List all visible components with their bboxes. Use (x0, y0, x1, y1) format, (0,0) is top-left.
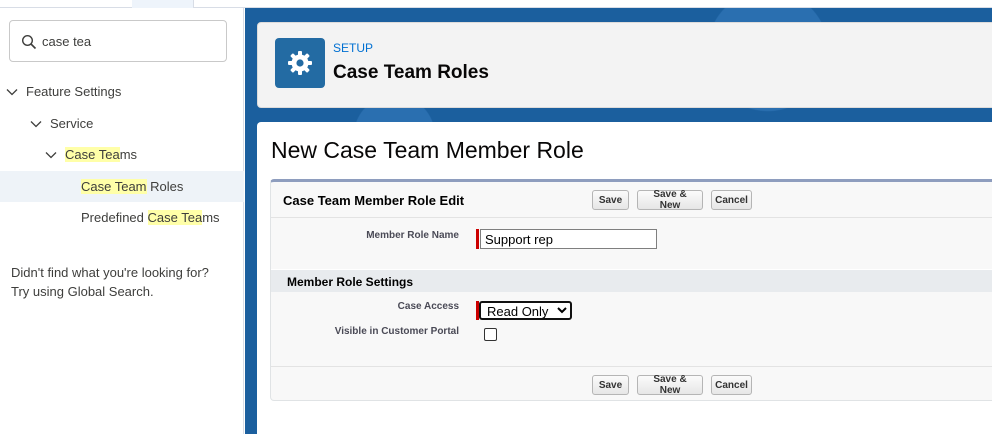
section-title: Member Role Settings (287, 275, 414, 289)
top-tab-strip (0, 0, 992, 8)
save-new-button[interactable]: Save & New (637, 189, 703, 211)
form-header: Case Team Member Role Edit Save Save & N… (271, 182, 992, 218)
search-highlight: Case Tea (147, 210, 203, 225)
help-text-line: Didn't find what you're looking for? (11, 265, 209, 280)
tree-item-predefined-case-teams[interactable]: Predefined Case Teams (0, 202, 244, 233)
chevron-down-icon[interactable] (30, 118, 42, 130)
tree-item-label-rest: ms (202, 210, 220, 225)
tree-item-case-teams[interactable]: Case Teams (0, 139, 244, 170)
quick-find-input[interactable] (42, 31, 222, 51)
visible-portal-checkbox[interactable] (484, 328, 497, 341)
global-search-hint[interactable]: Try using Global Search. (11, 282, 209, 301)
search-highlight: Case Tea (65, 147, 120, 162)
tree-item-case-team-roles[interactable]: Case Team Roles (0, 171, 244, 202)
tree-item-label-prefix: Predefined (81, 210, 148, 225)
setup-sidebar: Feature Settings Service Case Teams Case… (0, 8, 244, 434)
cancel-button[interactable]: Cancel (711, 190, 752, 210)
tree-item-label-rest: ms (119, 147, 138, 162)
tree-item-label: Predefined Case Teams (81, 210, 220, 225)
member-role-name-label: Member Role Name (366, 230, 459, 241)
save-new-button-bottom[interactable]: Save & New (637, 374, 703, 396)
tree-item-label: Service (50, 116, 94, 131)
tree-item-label: Case Teams (65, 147, 137, 162)
help-text: Didn't find what you're looking for? Try… (11, 263, 209, 301)
cancel-button-bottom[interactable]: Cancel (711, 375, 752, 395)
quick-find-box[interactable] (9, 20, 227, 62)
case-access-select[interactable]: Read Only (479, 301, 572, 320)
save-button-bottom[interactable]: Save (592, 375, 629, 395)
setup-icon-tile (275, 38, 325, 88)
page-header: SETUP Case Team Roles (257, 22, 992, 108)
chevron-down-icon[interactable] (6, 86, 18, 98)
gear-icon (288, 51, 312, 75)
form-page-title: New Case Team Member Role (271, 137, 584, 163)
required-indicator (476, 229, 479, 249)
page-title: Case Team Roles (333, 62, 489, 83)
visible-portal-label: Visible in Customer Portal (334, 326, 459, 337)
form-title: Case Team Member Role Edit (283, 193, 465, 208)
search-icon (21, 34, 37, 50)
tree-item-label: Case Team Roles (81, 179, 183, 194)
search-highlight: Case Team (81, 179, 147, 194)
tree-item-feature-settings[interactable]: Feature Settings (0, 76, 244, 107)
member-role-name-input[interactable] (480, 229, 657, 249)
save-button[interactable]: Save (592, 190, 629, 210)
edit-form-block: Case Team Member Role Edit Save Save & N… (270, 179, 992, 401)
tree-item-label-rest: Roles (146, 179, 184, 194)
section-header: Member Role Settings (271, 269, 992, 292)
chevron-down-icon[interactable] (45, 149, 57, 161)
tree-item-service[interactable]: Service (0, 108, 244, 139)
top-tab-active[interactable] (132, 0, 194, 8)
main-content: New Case Team Member Role Case Team Memb… (257, 122, 992, 434)
case-access-label: Case Access (397, 301, 459, 312)
setup-breadcrumb[interactable]: SETUP (333, 41, 373, 55)
form-footer-divider (271, 366, 992, 367)
tree-item-label: Feature Settings (26, 84, 122, 99)
